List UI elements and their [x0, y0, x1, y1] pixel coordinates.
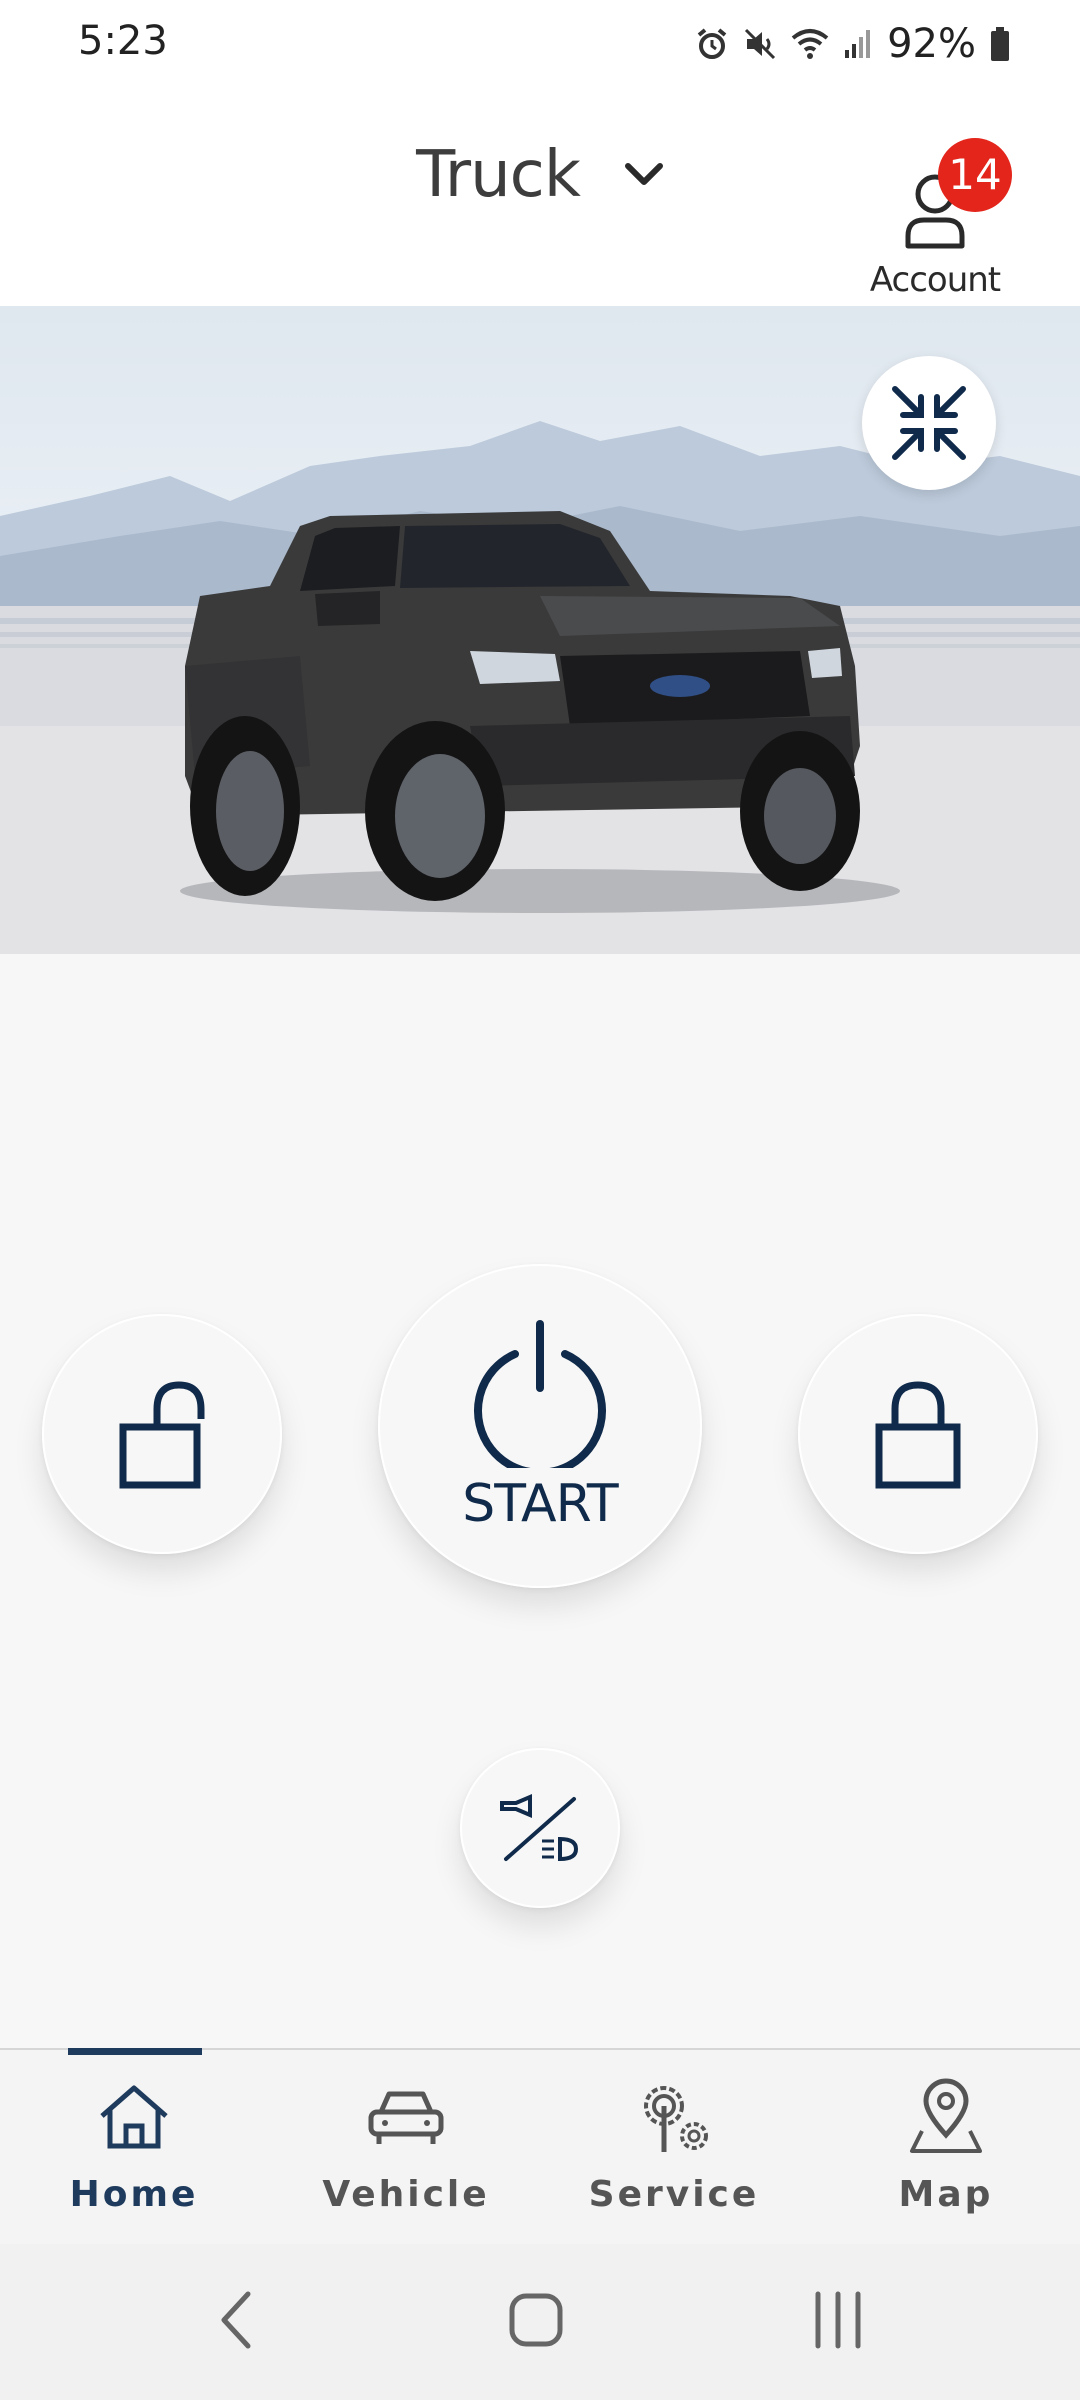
chevron-down-icon	[624, 163, 663, 185]
signal-icon	[845, 30, 871, 58]
mute-icon	[745, 28, 776, 60]
horn-lights-icon	[500, 1793, 579, 1862]
collapse-button[interactable]	[862, 356, 996, 490]
service-gears-icon	[644, 2086, 708, 2152]
nav-item-vehicle[interactable]: Vehicle	[296, 2074, 516, 2234]
nav-label-vehicle: Vehicle	[322, 2174, 490, 2215]
system-nav-bar	[0, 2244, 1080, 2400]
status-time: 5:23	[78, 18, 168, 64]
nav-label-map: Map	[898, 2174, 994, 2215]
back-icon[interactable]	[216, 2288, 256, 2352]
alarm-icon	[697, 28, 727, 59]
remote-controls: START	[0, 954, 1080, 2048]
vehicle-hero	[0, 306, 1080, 954]
nav-item-map[interactable]: Map	[836, 2074, 1056, 2234]
account-button[interactable]: 14 Account	[870, 120, 1012, 300]
nav-item-home[interactable]: Home	[24, 2074, 244, 2234]
status-icons: 92%	[695, 18, 1010, 70]
start-label: START	[462, 1474, 618, 1534]
lock-icon	[875, 1381, 961, 1489]
recents-icon[interactable]	[810, 2288, 866, 2352]
horn-lights-button[interactable]	[460, 1748, 620, 1908]
nav-active-indicator	[68, 2048, 202, 2055]
status-bar: 5:23 92%	[0, 0, 1080, 90]
notification-badge: 14	[938, 138, 1012, 212]
unlock-button[interactable]	[42, 1314, 282, 1554]
lock-button[interactable]	[798, 1314, 1038, 1554]
account-label: Account	[869, 260, 1001, 300]
nav-item-service[interactable]: Service	[564, 2074, 784, 2234]
bottom-nav: Home Vehicle Service Map	[0, 2048, 1080, 2246]
map-pin-icon	[910, 2078, 982, 2153]
battery-percent: 92%	[887, 21, 976, 67]
battery-icon	[991, 27, 1009, 61]
unlock-icon	[119, 1381, 205, 1489]
wifi-icon	[791, 29, 829, 59]
start-button[interactable]: START	[378, 1264, 702, 1588]
home-system-icon[interactable]	[506, 2288, 566, 2352]
nav-label-service: Service	[588, 2174, 760, 2215]
home-icon	[100, 2085, 168, 2149]
vehicle-title: Truck	[416, 138, 581, 212]
app-header: Truck 14 Account	[0, 90, 1080, 306]
power-icon	[474, 1320, 606, 1468]
nav-label-home: Home	[69, 2174, 199, 2215]
car-icon	[368, 2091, 444, 2144]
collapse-arrows-icon	[892, 386, 966, 460]
